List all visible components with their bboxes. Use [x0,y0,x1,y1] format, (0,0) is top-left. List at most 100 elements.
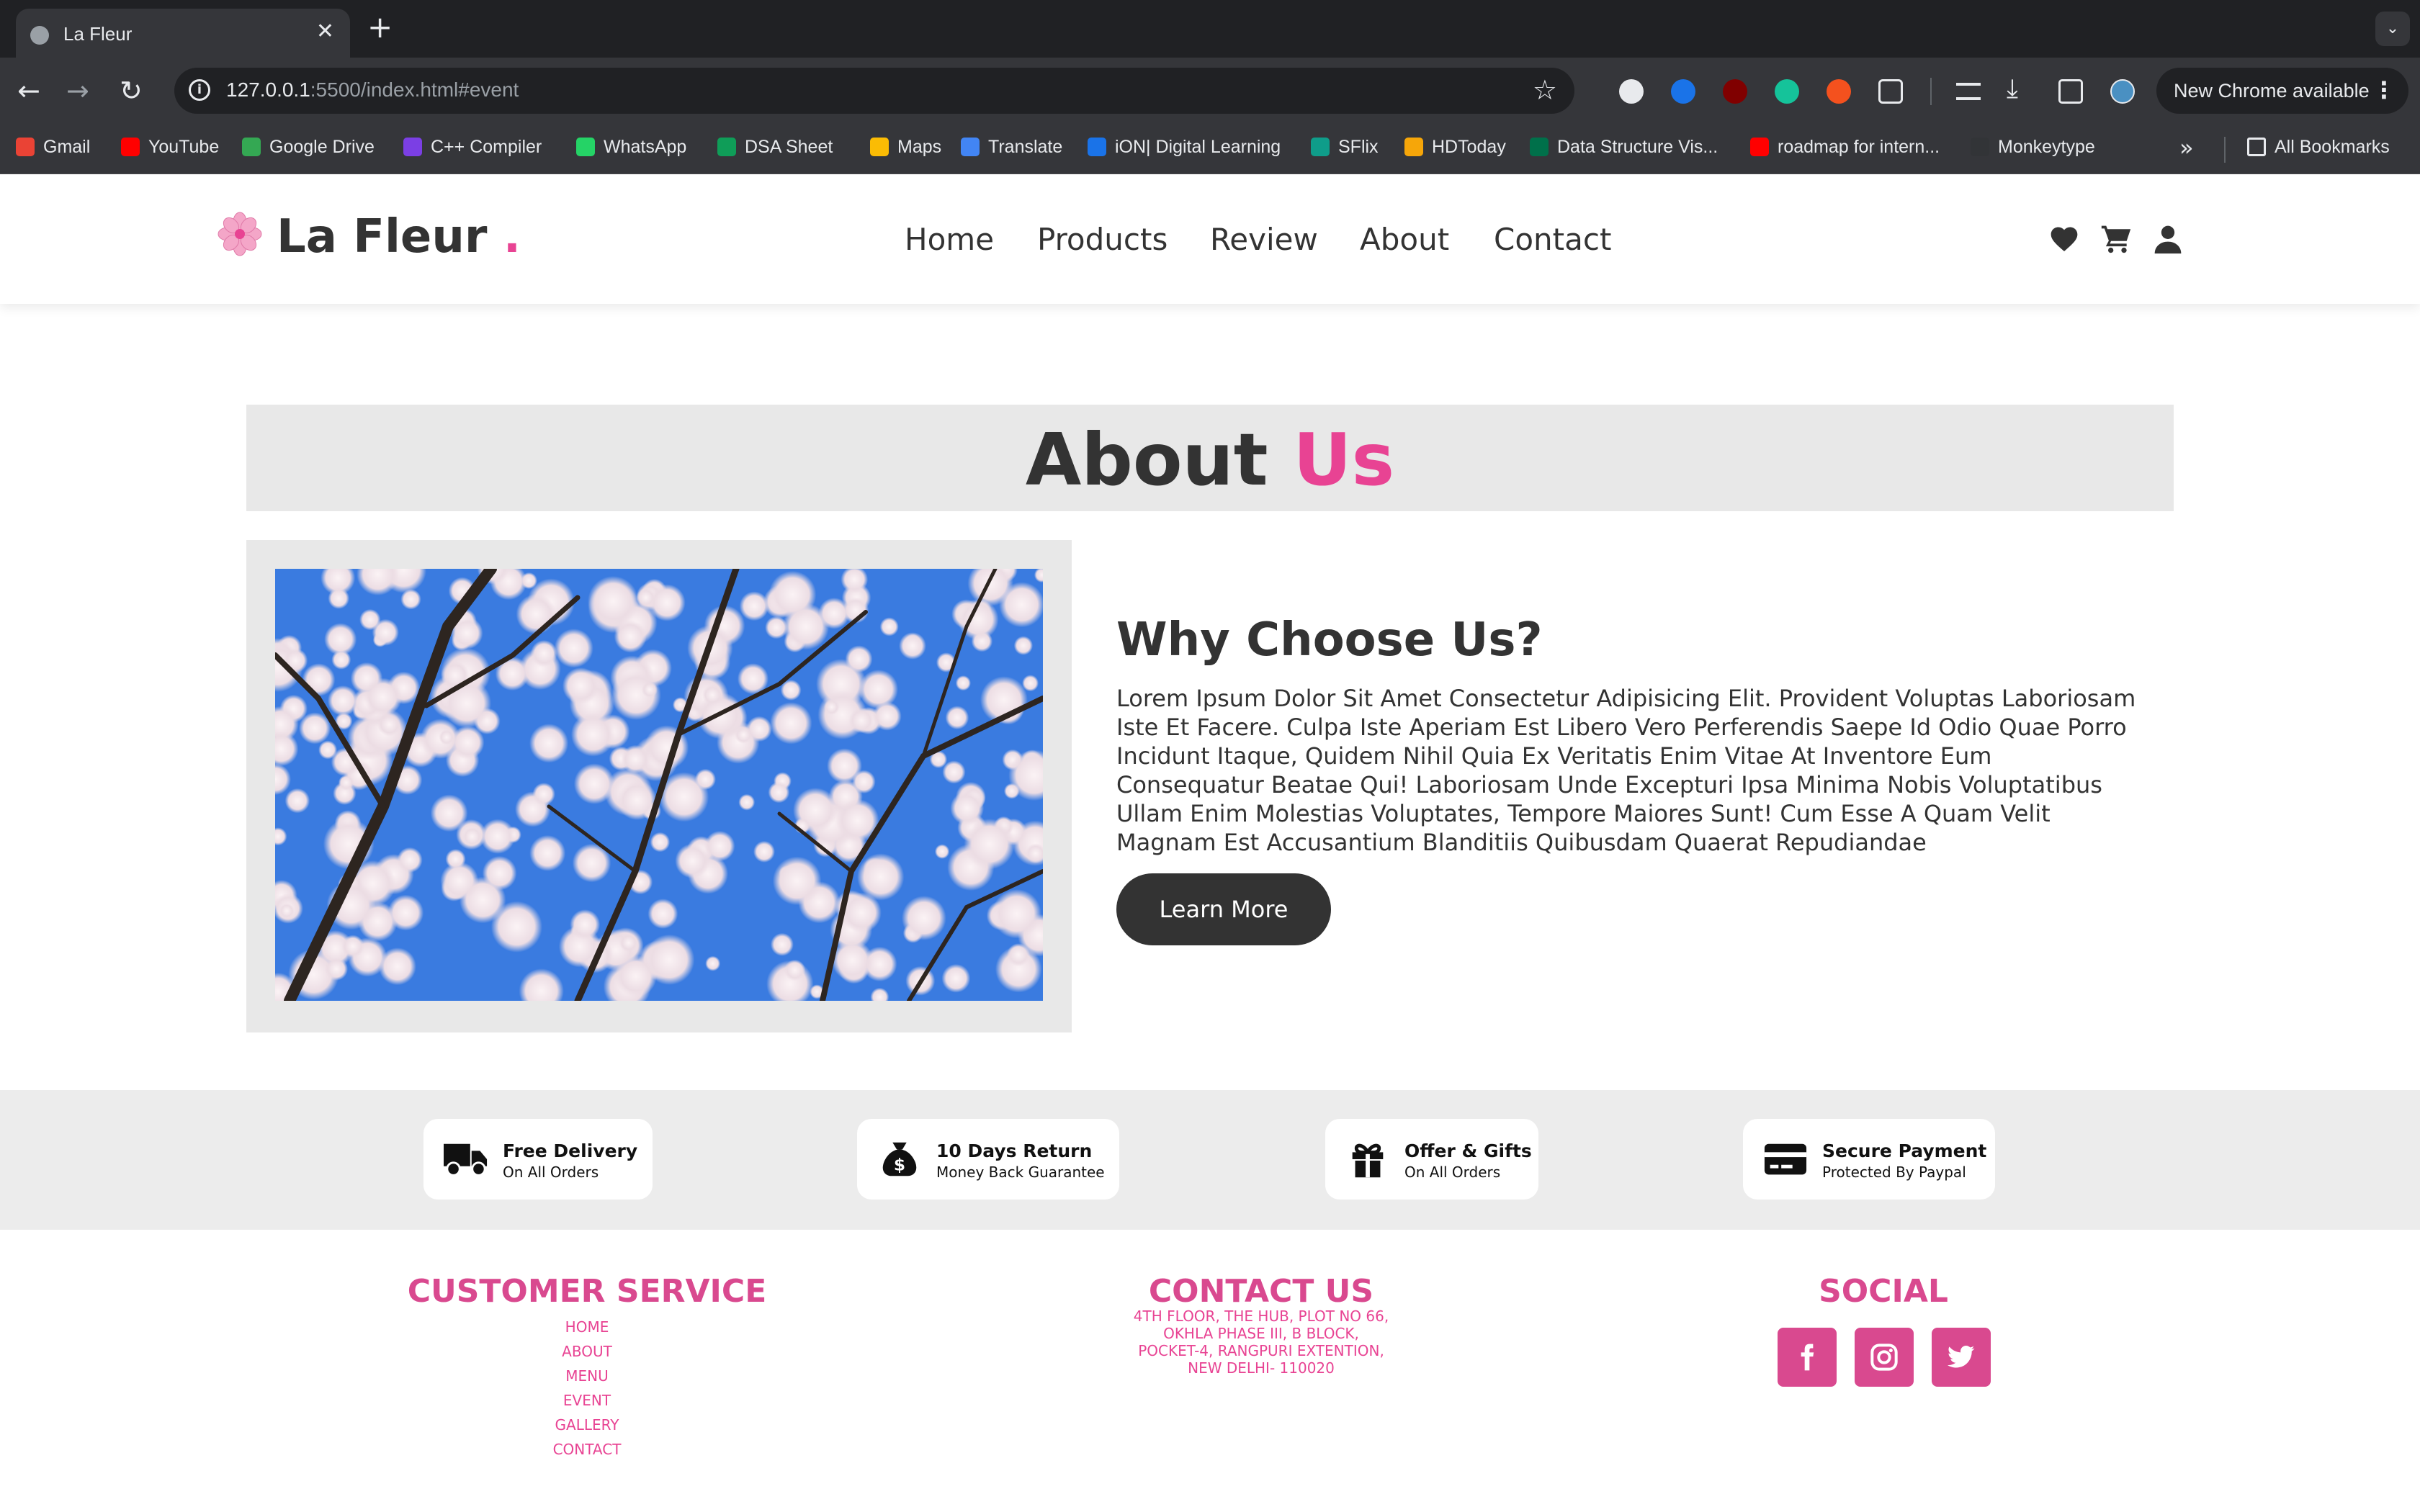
close-tab-icon[interactable]: ✕ [316,21,334,42]
footer-link-event[interactable]: EVENT [515,1388,659,1413]
compiler-icon [403,138,422,156]
url-text[interactable]: 127.0.0.1:5500/index.html#event [226,78,519,102]
bookmark-item[interactable]: YouTube [121,137,219,158]
truck-icon [444,1143,488,1176]
ion-icon [1088,138,1106,156]
address-line: POCKET-4, RANGPURI EXTENTION, [1138,1342,1384,1359]
twitter-button[interactable] [1932,1328,1991,1387]
bookmark-item[interactable]: HDToday [1404,137,1506,158]
footer-link-gallery[interactable]: GALLERY [515,1413,659,1437]
about-heading-band: About Us [246,405,2174,511]
instagram-icon [1870,1344,1898,1371]
flower-logo-icon [218,212,262,256]
money-bag-icon: $ [882,1142,917,1176]
browser-tab[interactable]: La Fleur ✕ [16,9,350,58]
download-icon[interactable]: ⤓ [2007,72,2018,107]
tab-search-button[interactable]: ⌄ [2375,12,2410,46]
all-bookmarks-button[interactable]: All Bookmarks [2247,137,2390,158]
back-button[interactable]: ← [17,73,40,108]
address-bar[interactable]: i 127.0.0.1:5500/index.html#event ☆ [174,68,1574,114]
youtube-icon [121,138,140,156]
profile-avatar[interactable] [2110,79,2135,104]
facebook-button[interactable] [1778,1328,1837,1387]
nav-about[interactable]: About [1360,222,1449,257]
footer-link-home[interactable]: HOME [515,1315,659,1339]
extension-shield-icon[interactable] [1671,79,1695,104]
extensions-puzzle-icon[interactable] [1878,79,1903,104]
why-choose-us-title: Why Choose Us? [1116,613,1543,667]
site-logo[interactable]: La Fleur . [277,210,521,264]
cherry-blossom-image [275,569,1043,1001]
more-bookmarks-icon[interactable]: » [2179,134,2194,161]
svg-text:$: $ [894,1156,905,1175]
sheet-icon [717,138,736,156]
learn-more-button[interactable]: Learn More [1116,873,1331,945]
chevron-down-icon: ⌄ [2385,19,2400,37]
hdtoday-icon [1404,138,1423,156]
browser-toolbar: ← → ↻ i 127.0.0.1:5500/index.html#event … [0,58,2420,124]
customer-service-links: HOME ABOUT MENU EVENT GALLERY CONTACT [515,1315,659,1462]
credit-card-icon [1764,1143,1807,1175]
heart-icon[interactable] [2048,223,2080,255]
contact-us-title: CONTACT US [1148,1273,1374,1310]
footer-link-contact[interactable]: CONTACT [515,1437,659,1462]
extension-grammarly-icon[interactable] [1775,79,1799,104]
customer-service-title: CUSTOMER SERVICE [407,1273,767,1310]
whatsapp-icon [576,138,595,156]
feature-return: $ 10 Days Return Money Back Guarantee [857,1119,1119,1200]
bookmark-item[interactable]: Data Structure Vis... [1530,137,1718,158]
tab-title: La Fleur [63,23,133,45]
bookmark-item[interactable]: WhatsApp [576,137,686,158]
extension-orange-icon[interactable] [1827,79,1851,104]
nav-contact[interactable]: Contact [1494,222,1611,257]
feature-secure-payment: Secure Payment Protected By Paypal [1743,1119,1995,1200]
menu-dots-icon: ⋮ [2372,76,2396,104]
footer-link-about[interactable]: ABOUT [515,1339,659,1364]
feature-title: 10 Days Return [936,1140,1093,1161]
toolbar-divider [1930,78,1932,105]
chrome-update-button[interactable]: New Chrome available ⋮ [2156,68,2408,114]
cart-icon[interactable] [2100,223,2132,255]
feature-free-delivery: Free Delivery On All Orders [424,1119,653,1200]
translate-icon [961,138,980,156]
bookmark-item[interactable]: Monkeytype [1971,137,2095,158]
bookmark-item[interactable]: C++ Compiler [403,137,542,158]
feature-subtitle: Money Back Guarantee [936,1164,1105,1181]
bookmark-item[interactable]: SFlix [1311,137,1379,158]
bookmark-item[interactable]: roadmap for intern... [1750,137,1940,158]
feature-title: Free Delivery [503,1140,638,1161]
bookmark-item[interactable]: Google Drive [242,137,375,158]
usf-icon [1530,138,1549,156]
bookmark-star-icon[interactable]: ☆ [1533,74,1557,106]
user-icon[interactable] [2152,223,2184,255]
forward-button[interactable]: → [66,73,89,108]
youtube-icon [1750,138,1769,156]
site-info-icon[interactable]: i [189,79,210,101]
side-panel-icon[interactable] [2058,79,2083,104]
bookmarks-divider [2224,137,2226,163]
extension-ublock-icon[interactable] [1723,79,1747,104]
instagram-button[interactable] [1855,1328,1914,1387]
folder-icon [2247,138,2266,156]
bookmark-item[interactable]: Translate [961,137,1062,158]
media-queue-icon[interactable] [1956,83,1981,100]
about-heading: About Us [1025,418,1395,502]
facebook-icon [1801,1344,1814,1371]
nav-products[interactable]: Products [1037,222,1168,257]
gift-icon [1352,1143,1384,1178]
extension-speed-icon[interactable] [1619,79,1644,104]
new-tab-button[interactable]: + [367,10,393,45]
nav-review[interactable]: Review [1210,222,1318,257]
contact-address: 4TH FLOOR, THE HUB, PLOT NO 66, OKHLA PH… [1045,1308,1477,1377]
footer-link-menu[interactable]: MENU [515,1364,659,1388]
bookmark-item[interactable]: Maps [870,137,941,158]
bookmark-item[interactable]: iON| Digital Learning [1088,137,1281,158]
bookmark-item[interactable]: Gmail [16,137,90,158]
features-strip: Free Delivery On All Orders $ 10 Days Re… [0,1090,2420,1230]
nav-home[interactable]: Home [905,222,994,257]
feature-subtitle: Protected By Paypal [1822,1164,1966,1181]
reload-button[interactable]: ↻ [120,73,143,108]
bookmark-item[interactable]: DSA Sheet [717,137,833,158]
bookmarks-bar: » All Bookmarks Gmail YouTube Google Drive… [0,124,2420,174]
address-line: NEW DELHI- 110020 [1188,1359,1335,1377]
